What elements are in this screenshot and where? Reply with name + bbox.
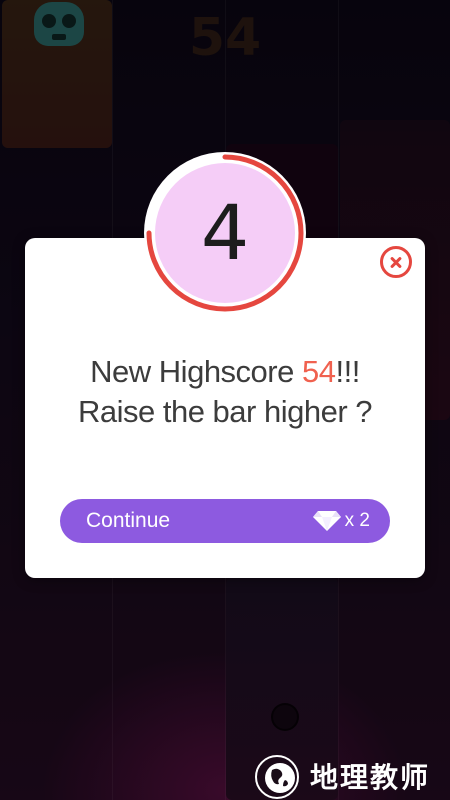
globe-icon	[255, 755, 299, 799]
continue-cost: x 2	[344, 510, 370, 531]
continue-label: Continue	[86, 509, 171, 532]
diamond-icon	[313, 511, 341, 531]
continue-button[interactable]: Continue x 2	[60, 499, 390, 543]
watermark: 地理教师	[250, 752, 448, 799]
message-line2: Raise the bar higher ?	[77, 394, 373, 429]
highscore-message: New Highscore 54!!! Raise the bar higher…	[25, 352, 425, 432]
game-screen: 54 4 New Highscore 54!!! Raise the bar h…	[0, 0, 450, 800]
message-prefix: New Highscore	[90, 354, 302, 389]
countdown-number: 4	[200, 188, 250, 277]
message-suffix: !!!	[335, 354, 360, 389]
countdown-timer: 4	[144, 152, 306, 314]
highscore-value: 54	[301, 354, 336, 389]
close-button[interactable]	[380, 246, 412, 278]
watermark-text: 地理教师	[310, 761, 431, 794]
